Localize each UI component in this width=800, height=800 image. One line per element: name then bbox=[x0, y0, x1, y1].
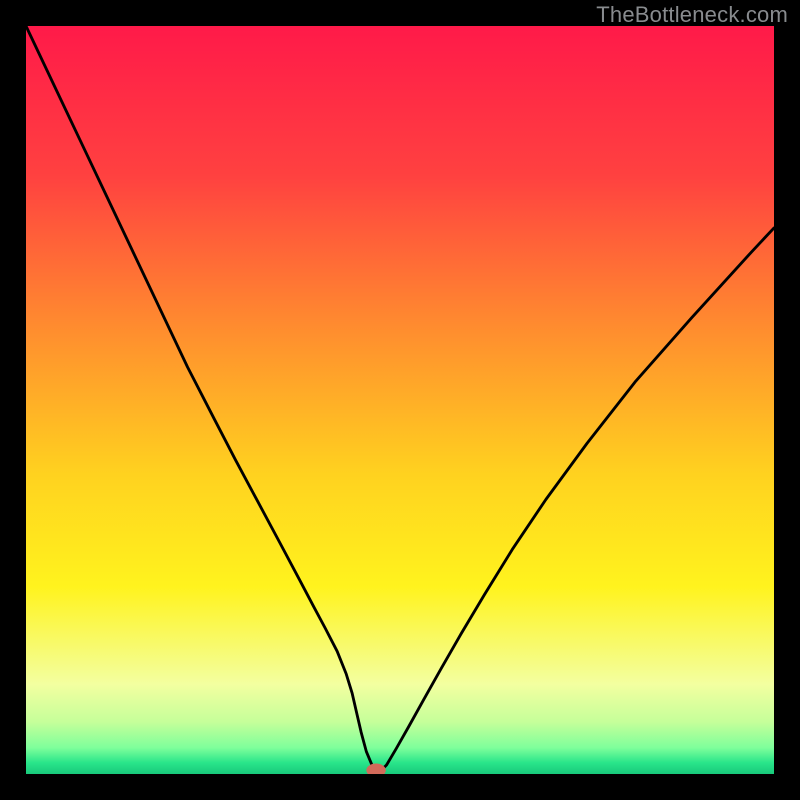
watermark-text: TheBottleneck.com bbox=[596, 2, 788, 28]
chart-svg bbox=[26, 26, 774, 774]
chart-frame: TheBottleneck.com bbox=[0, 0, 800, 800]
chart-plot-area bbox=[26, 26, 774, 774]
gradient-background bbox=[26, 26, 774, 774]
